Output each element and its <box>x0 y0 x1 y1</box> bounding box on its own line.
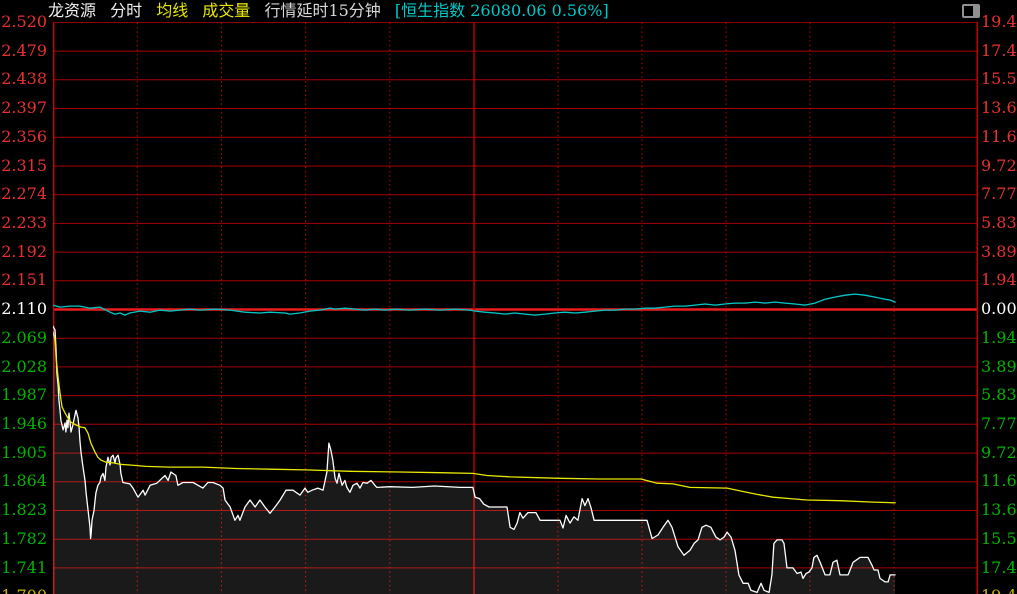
price-tick-label: 1.946 <box>1 415 47 433</box>
price-tick-label: 1.864 <box>1 472 47 490</box>
pct-tick-label: 13.60% <box>981 501 1017 519</box>
price-tick-label: 2.069 <box>1 329 47 347</box>
pct-tick-label: 13.60% <box>981 99 1017 117</box>
pct-tick-label: 3.89% <box>981 358 1017 376</box>
chart-header: 龙资源 分时 均线 成交量 行情延时15分钟 [恒生指数 26080.06 0.… <box>48 1 618 21</box>
pct-tick-label: 15.55% <box>981 70 1017 88</box>
stock-terminal-screen: 龙资源 分时 均线 成交量 行情延时15分钟 [恒生指数 26080.06 0.… <box>0 0 1017 594</box>
pct-tick-label: 7.77% <box>981 415 1017 433</box>
pct-tick-label: 1.94% <box>981 271 1017 289</box>
price-tick-label: 2.110 <box>1 300 47 318</box>
pct-tick-label: 9.72% <box>981 444 1017 462</box>
price-tick-label: 1.987 <box>1 386 47 404</box>
price-tick-label: 2.479 <box>1 42 47 60</box>
price-tick-label: 2.028 <box>1 358 47 376</box>
intraday-chart-canvas[interactable] <box>53 22 978 594</box>
pct-tick-label: 5.83% <box>981 386 1017 404</box>
tab-fenshi[interactable]: 分时 <box>110 1 142 20</box>
change-axis-right: 19.43% 17.49% 15.55% 13.60% 11.66% 9.72% 7.77%… <box>981 0 1017 594</box>
panel-toggle-icon[interactable] <box>962 4 980 18</box>
pct-tick-label: 5.83% <box>981 214 1017 232</box>
pct-tick-label: 19.43% <box>981 587 1017 594</box>
pct-tick-label: 0.00% <box>981 300 1017 318</box>
stock-name: 龙资源 <box>48 1 96 20</box>
price-axis-left: 2.520 2.479 2.438 2.397 2.356 2.315 2.274 2.233… <box>0 0 49 594</box>
price-tick-label: 2.397 <box>1 99 47 117</box>
pct-tick-label: 17.49% <box>981 559 1017 577</box>
price-tick-label: 2.192 <box>1 243 47 261</box>
pct-tick-label: 9.72% <box>981 157 1017 175</box>
pct-tick-label: 17.49% <box>981 42 1017 60</box>
tab-junxian[interactable]: 均线 <box>156 1 188 20</box>
price-tick-label: 2.315 <box>1 157 47 175</box>
price-tick-label: 2.233 <box>1 214 47 232</box>
price-tick-label: 2.356 <box>1 128 47 146</box>
panel-toggle-icon-inner <box>973 6 978 16</box>
pct-tick-label: 19.43% <box>981 13 1017 31</box>
price-tick-label: 1.741 <box>1 559 47 577</box>
price-tick-label: 1.782 <box>1 530 47 548</box>
pct-tick-label: 15.55% <box>981 530 1017 548</box>
tab-chengjiaoliang[interactable]: 成交量 <box>202 1 250 20</box>
pct-tick-label: 11.66% <box>981 128 1017 146</box>
price-tick-label: 1.823 <box>1 501 47 519</box>
price-tick-label: 1.905 <box>1 444 47 462</box>
pct-tick-label: 3.89% <box>981 243 1017 261</box>
price-tick-label: 2.520 <box>1 13 47 31</box>
pct-tick-label: 7.77% <box>981 185 1017 203</box>
price-tick-label: 2.151 <box>1 271 47 289</box>
price-tick-label: 2.438 <box>1 70 47 88</box>
pct-tick-label: 1.94% <box>981 329 1017 347</box>
hangseng-index-quote[interactable]: [恒生指数 26080.06 0.56%] <box>395 1 609 20</box>
price-tick-label: 1.700 <box>1 587 47 594</box>
pct-tick-label: 11.66% <box>981 472 1017 490</box>
price-tick-label: 2.274 <box>1 185 47 203</box>
quote-delay-note: 行情延时15分钟 <box>264 1 380 20</box>
